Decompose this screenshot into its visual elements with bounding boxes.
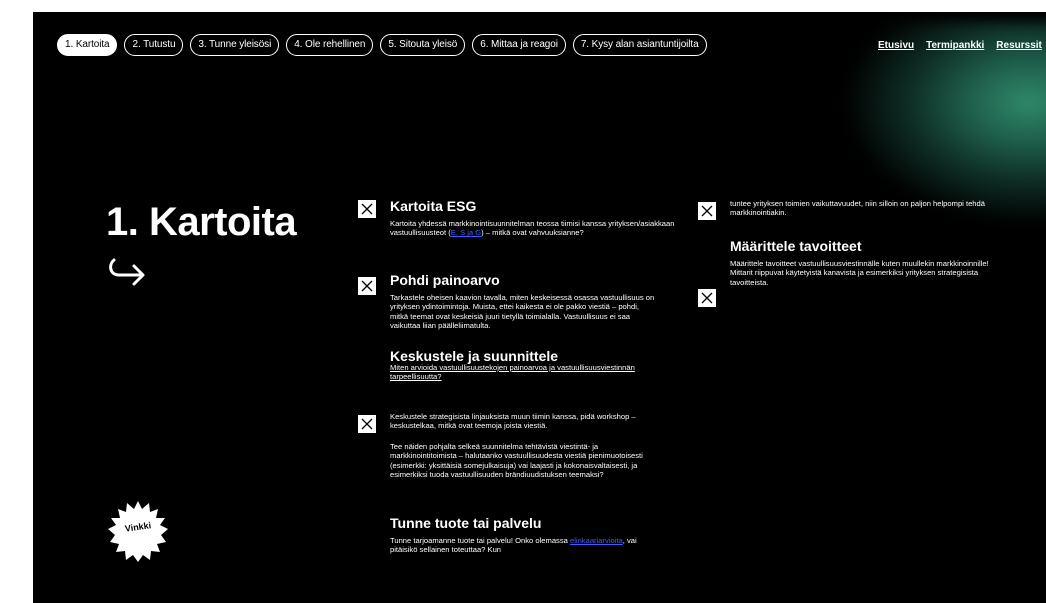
elinkaari-link[interactable]: elinkaariarvioita xyxy=(570,536,623,545)
section-title-keskustele: Keskustele ja suunnittele xyxy=(390,348,559,364)
section-link-keskustele: Miten arvioida vastuullisuustekojen pain… xyxy=(390,363,635,382)
section-text-keskustele-1: Keskustele strategisista linjauksista mu… xyxy=(390,412,636,431)
section-text-tunne-tuote: Tunne tarjoamanne tuote tai palvelu! Onk… xyxy=(390,536,640,555)
arrow-right-icon xyxy=(109,258,145,286)
section-title-pohdi-painoarvo: Pohdi painoarvo xyxy=(390,272,500,288)
top-links: Etusivu Termipankki Resurssit xyxy=(878,40,1042,51)
section-title-tunne-tuote: Tunne tuote tai palvelu xyxy=(390,515,542,531)
background-glow xyxy=(846,22,1046,222)
step-navigation: 1. Kartoita 2. Tutustu 3. Tunne yleisösi… xyxy=(57,34,707,56)
close-icon xyxy=(701,292,713,304)
nav-pill-kartoita[interactable]: 1. Kartoita xyxy=(57,34,118,56)
painoarvo-link[interactable]: Miten arvioida vastuullisuustekojen pain… xyxy=(390,363,635,381)
section-text-maarittele: Määrittele tavoitteet vastuullisuusviest… xyxy=(730,259,989,287)
tunne-text-start: Tunne tarjoamanne tuote tai palvelu! Onk… xyxy=(390,536,568,545)
nav-pill-sitouta-yleiso[interactable]: 5. Sitouta yleisö xyxy=(380,34,466,56)
section-text-pohdi-painoarvo: Tarkastele oheisen kaavion tavalla, mite… xyxy=(390,293,655,330)
checkbox-keskustele[interactable] xyxy=(358,415,376,433)
page-title: 1. Kartoita xyxy=(106,200,297,244)
section-text-kartoita-esg: Kartoita yhdessä markkinointisuunnitelma… xyxy=(390,219,680,238)
nav-pill-mittaa-ja-reagoi[interactable]: 6. Mittaa ja reagoi xyxy=(472,34,566,56)
page-frame: 1. Kartoita 2. Tutustu 3. Tunne yleisösi… xyxy=(33,12,1046,603)
nav-pill-ole-rehellinen[interactable]: 4. Ole rehellinen xyxy=(286,34,374,56)
link-etusivu[interactable]: Etusivu xyxy=(878,40,914,51)
nav-pill-kysy-asiantuntijoilta[interactable]: 7. Kysy alan asiantuntijoilta xyxy=(572,34,707,56)
checkbox-kartoita-esg[interactable] xyxy=(358,200,376,218)
kartoita-esg-text-end: ) – mitkä ovat vahvuuksianne? xyxy=(481,228,584,238)
section-title-maarittele: Määrittele tavoitteet xyxy=(730,238,862,254)
checkbox-pohdi-painoarvo[interactable] xyxy=(358,277,376,295)
link-resurssit[interactable]: Resurssit xyxy=(996,40,1042,51)
section-text-keskustele-2: Tee näiden pohjalta selkeä suunnitelma t… xyxy=(390,442,643,479)
section-title-kartoita-esg: Kartoita ESG xyxy=(390,198,477,214)
close-icon xyxy=(361,203,373,215)
nav-pill-tunne-yleisosi[interactable]: 3. Tunne yleisösi xyxy=(190,34,280,56)
close-icon xyxy=(361,280,373,292)
close-icon xyxy=(701,205,713,217)
section-text-continued: tuntee yrityksen toimien vaikuttavuudet,… xyxy=(730,199,985,218)
nav-pill-tutustu[interactable]: 2. Tutustu xyxy=(124,34,184,56)
checkbox-tunne-tuote[interactable] xyxy=(698,202,716,220)
close-icon xyxy=(361,418,373,430)
link-termipankki[interactable]: Termipankki xyxy=(926,40,984,51)
checkbox-maarittele[interactable] xyxy=(698,289,716,307)
esg-link[interactable]: E, S ja G xyxy=(451,228,481,237)
